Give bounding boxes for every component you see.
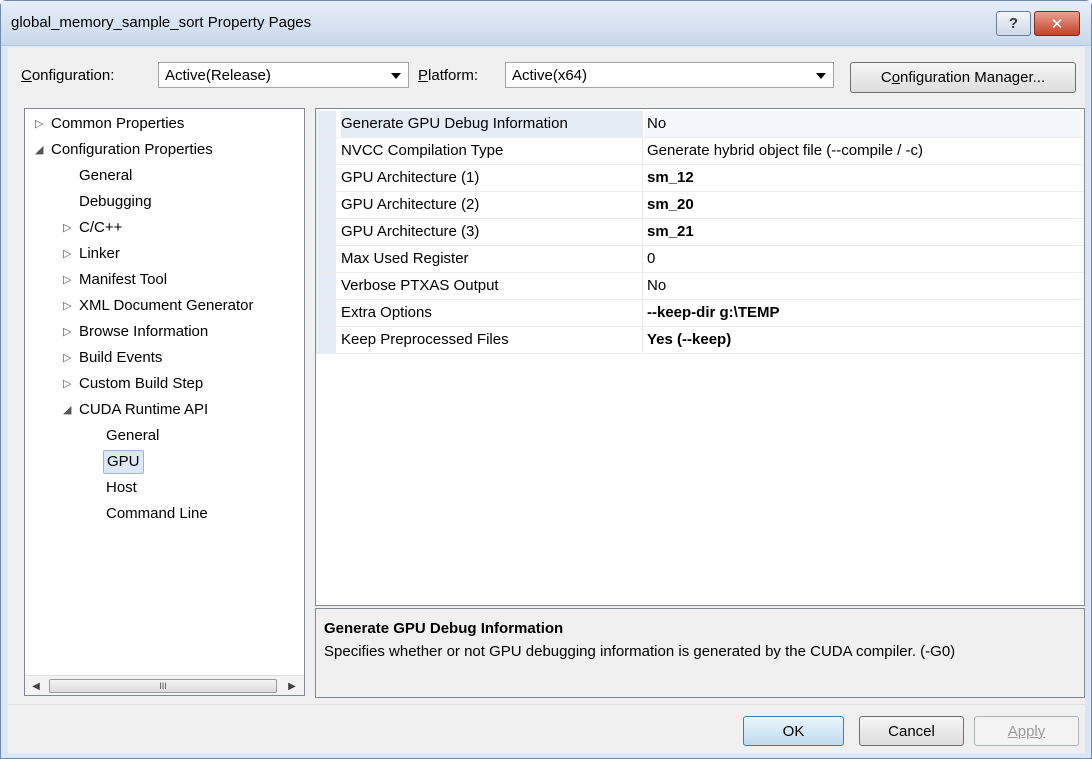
property-value[interactable]: sm_21: [647, 219, 694, 245]
configuration-select[interactable]: Active(Release): [158, 62, 409, 88]
tree-item-general[interactable]: General: [79, 164, 132, 188]
collapse-icon[interactable]: ◢: [35, 138, 43, 162]
tree-item-cuda-gpu[interactable]: GPU: [103, 450, 144, 474]
property-grid: Generate GPU Debug Information No NVCC C…: [315, 108, 1085, 606]
property-value[interactable]: 0: [647, 246, 655, 272]
property-row[interactable]: GPU Architecture (3) sm_21: [316, 219, 1084, 246]
ok-label: OK: [782, 722, 805, 740]
property-row[interactable]: Extra Options --keep-dir g:\TEMP: [316, 300, 1084, 327]
property-row[interactable]: GPU Architecture (2) sm_20: [316, 192, 1084, 219]
tree-item-manifest-tool[interactable]: Manifest Tool: [79, 268, 167, 292]
property-value[interactable]: sm_20: [647, 192, 694, 218]
expand-icon[interactable]: ▷: [63, 268, 71, 292]
tree-horizontal-scrollbar[interactable]: ◀ III ▶: [25, 675, 304, 695]
tree-item-configuration-properties[interactable]: Configuration Properties: [51, 138, 213, 162]
property-value[interactable]: Yes (--keep): [647, 327, 731, 353]
platform-select[interactable]: Active(x64): [505, 62, 834, 88]
help-button[interactable]: ?: [996, 11, 1031, 36]
property-value[interactable]: Generate hybrid object file (--compile /…: [647, 138, 923, 164]
dialog-body: Configuration: Active(Release) Platform:…: [8, 47, 1085, 753]
property-name: NVCC Compilation Type: [341, 138, 643, 164]
ok-button[interactable]: OK: [743, 716, 844, 746]
tree-item-browse-information[interactable]: Browse Information: [79, 320, 208, 344]
title-bar: global_memory_sample_sort Property Pages…: [1, 1, 1091, 46]
property-name: GPU Architecture (3): [341, 219, 643, 245]
tree-item-common-properties[interactable]: Common Properties: [51, 112, 184, 136]
description-pane: Generate GPU Debug Information Specifies…: [315, 608, 1085, 698]
cancel-label: Cancel: [888, 722, 935, 740]
expand-icon[interactable]: ▷: [63, 216, 71, 240]
tree-item-xml-document-generator[interactable]: XML Document Generator: [79, 294, 254, 318]
tree-item-custom-build-step[interactable]: Custom Build Step: [79, 372, 203, 396]
close-icon: ✕: [1050, 15, 1064, 33]
property-row[interactable]: Keep Preprocessed Files Yes (--keep): [316, 327, 1084, 354]
window-title: global_memory_sample_sort Property Pages: [11, 14, 312, 31]
close-button[interactable]: ✕: [1034, 11, 1080, 36]
tree-item-cuda-command-line[interactable]: Command Line: [106, 502, 208, 526]
property-name: Keep Preprocessed Files: [341, 327, 643, 353]
configuration-value: Active(Release): [165, 67, 271, 84]
cancel-button[interactable]: Cancel: [859, 716, 964, 746]
tree-item-cuda-runtime-api[interactable]: CUDA Runtime API: [79, 398, 208, 422]
divider: [8, 704, 1085, 705]
property-value[interactable]: No: [647, 273, 666, 299]
property-row[interactable]: Verbose PTXAS Output No: [316, 273, 1084, 300]
scroll-right-icon[interactable]: ▶: [283, 676, 301, 695]
property-value[interactable]: --keep-dir g:\TEMP: [647, 300, 780, 326]
property-tree[interactable]: ▷ Common Properties ◢ Configuration Prop…: [24, 108, 305, 696]
property-name: Max Used Register: [341, 246, 643, 272]
description-text: Specifies whether or not GPU debugging i…: [324, 643, 956, 660]
property-row[interactable]: Max Used Register 0: [316, 246, 1084, 273]
expand-icon[interactable]: ▷: [35, 112, 43, 136]
apply-label: Apply: [1007, 722, 1046, 740]
expand-icon[interactable]: ▷: [63, 294, 71, 318]
property-row[interactable]: NVCC Compilation Type Generate hybrid ob…: [316, 138, 1084, 165]
platform-value: Active(x64): [512, 67, 588, 84]
property-pages-dialog: global_memory_sample_sort Property Pages…: [0, 0, 1092, 759]
property-name: GPU Architecture (2): [341, 192, 643, 218]
configuration-manager-button[interactable]: Configuration Manager...: [850, 62, 1076, 93]
chevron-down-icon: [391, 73, 401, 79]
tree-item-debugging[interactable]: Debugging: [79, 190, 152, 214]
grip-icon: III: [159, 681, 167, 691]
apply-button[interactable]: Apply: [974, 716, 1079, 746]
configuration-manager-label: Configuration Manager...: [880, 69, 1046, 86]
expand-icon[interactable]: ▷: [63, 320, 71, 344]
property-name: Generate GPU Debug Information: [341, 111, 643, 137]
expand-icon[interactable]: ▷: [63, 372, 71, 396]
scroll-left-icon[interactable]: ◀: [27, 676, 45, 695]
property-row[interactable]: GPU Architecture (1) sm_12: [316, 165, 1084, 192]
expand-icon[interactable]: ▷: [63, 346, 71, 370]
tree-item-linker[interactable]: Linker: [79, 242, 120, 266]
tree-item-build-events[interactable]: Build Events: [79, 346, 162, 370]
property-name: Extra Options: [341, 300, 643, 326]
tree-item-cpp[interactable]: C/C++: [79, 216, 122, 240]
platform-label: Platform:: [418, 67, 479, 84]
property-value[interactable]: sm_12: [647, 165, 694, 191]
property-value[interactable]: No: [645, 111, 1084, 137]
chevron-down-icon: [816, 73, 826, 79]
property-row[interactable]: Generate GPU Debug Information No: [316, 111, 1084, 138]
tree-item-cuda-host[interactable]: Host: [106, 476, 137, 500]
tree-item-cuda-general[interactable]: General: [106, 424, 159, 448]
property-name: Verbose PTXAS Output: [341, 273, 643, 299]
scrollbar-thumb[interactable]: III: [49, 679, 277, 693]
expand-icon[interactable]: ▷: [63, 242, 71, 266]
collapse-icon[interactable]: ◢: [63, 398, 71, 422]
property-name: GPU Architecture (1): [341, 165, 643, 191]
description-title: Generate GPU Debug Information: [324, 620, 564, 637]
help-icon: ?: [1008, 15, 1019, 32]
configuration-label: Configuration:: [21, 67, 115, 84]
